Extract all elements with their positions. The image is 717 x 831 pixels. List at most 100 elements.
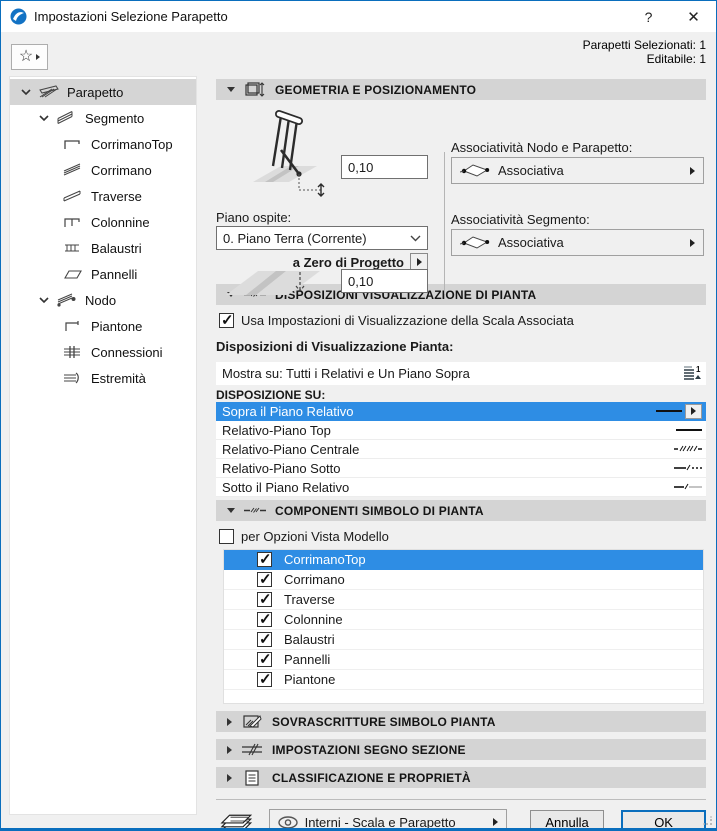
triangle-collapsed-icon xyxy=(227,745,232,754)
tree-item-segmento[interactable]: Segmento xyxy=(10,105,196,131)
geometry-content: 0,10 Piano ospite: 0. Piano Terra (Corre… xyxy=(216,100,706,295)
linetype-solid-icon xyxy=(672,426,702,434)
tree-item-label: CorrimanoTop xyxy=(91,136,173,152)
assoc-segment-button[interactable]: Associativa xyxy=(451,229,704,256)
component-row[interactable]: Traverse xyxy=(224,590,703,610)
tree-item-label: Corrimano xyxy=(91,162,152,178)
section-header-geometry[interactable]: GEOMETRIA E POSIZIONAMENTO xyxy=(216,79,706,100)
component-label: Piantone xyxy=(284,672,336,687)
component-row[interactable]: Balaustri xyxy=(224,630,703,650)
tree-item-colonnine[interactable]: Colonnine xyxy=(10,209,196,235)
mvo-checkbox[interactable] xyxy=(219,528,234,544)
component-checkbox[interactable] xyxy=(257,670,272,688)
section-mark-icon xyxy=(240,741,264,758)
show-on-stories-control[interactable]: Mostra su: Tutti i Relativi e Un Piano S… xyxy=(216,362,706,385)
tree-item-pannelli[interactable]: Pannelli xyxy=(10,261,196,287)
chevron-down-icon xyxy=(410,235,421,241)
component-checkbox[interactable] xyxy=(257,570,272,588)
component-label: Colonnine xyxy=(284,612,343,627)
assoc-segment-value: Associativa xyxy=(498,235,564,250)
component-checkbox[interactable] xyxy=(257,590,272,608)
resize-grip[interactable] xyxy=(703,816,713,826)
section-title: CLASSIFICAZIONE E PROPRIETÀ xyxy=(272,770,471,785)
bottom-offset-input[interactable]: 0,10 xyxy=(341,269,428,293)
use-assoc-checkbox[interactable] xyxy=(219,311,234,329)
eye-icon xyxy=(277,815,298,828)
window-title: Impostazioni Selezione Parapetto xyxy=(34,9,228,24)
use-assoc-checkbox-row[interactable]: Usa Impostazioni di Visualizzazione dell… xyxy=(219,311,706,329)
linetype-flyout-button[interactable] xyxy=(685,403,702,419)
railing-height-diagram xyxy=(253,110,325,197)
footer-divider xyxy=(216,799,706,800)
tree-item-parapetto[interactable]: Parapetto xyxy=(10,79,196,105)
chevron-down-icon[interactable] xyxy=(38,295,49,306)
component-row[interactable]: CorrimanoTop xyxy=(224,550,703,570)
tree-item-estremita[interactable]: Estremità xyxy=(10,365,196,391)
baluster-icon xyxy=(64,218,80,227)
tree-item-connessioni[interactable]: Connessioni xyxy=(10,339,196,365)
show-on-stories-value: Mostra su: Tutti i Relativi e Un Piano S… xyxy=(222,366,470,381)
railing-settings-dialog: Impostazioni Selezione Parapetto ? ✕ ☆ P… xyxy=(0,0,717,831)
assoc-node-label: Associatività Nodo e Parapetto: xyxy=(451,140,633,155)
help-button[interactable]: ? xyxy=(626,1,671,32)
pen-set-icon xyxy=(220,814,253,828)
title-bar: Impostazioni Selezione Parapetto ? ✕ xyxy=(1,1,716,32)
svg-text:1: 1 xyxy=(696,365,701,374)
disposition-row[interactable]: Sotto il Piano Relativo xyxy=(216,478,706,497)
chevron-down-icon[interactable] xyxy=(38,113,49,124)
chevron-down-icon[interactable] xyxy=(20,87,31,98)
editable-count: Editabile: 1 xyxy=(646,52,706,66)
rails-icon xyxy=(63,190,81,202)
components-content: per Opzioni Vista Modello CorrimanoTop C… xyxy=(216,528,706,711)
section-header-classification[interactable]: CLASSIFICAZIONE E PROPRIETÀ xyxy=(216,767,706,788)
favorites-button[interactable]: ☆ xyxy=(11,44,48,70)
component-label: Traverse xyxy=(284,592,335,607)
balustrade-icon xyxy=(65,244,79,252)
flyout-arrow-icon xyxy=(690,238,695,247)
disposition-row[interactable]: Relativo-Piano Sotto xyxy=(216,459,706,478)
cancel-button[interactable]: Annulla xyxy=(529,810,605,828)
disposition-label: Relativo-Piano Sotto xyxy=(222,460,341,476)
tree-item-traverse[interactable]: Traverse xyxy=(10,183,196,209)
component-checkbox[interactable] xyxy=(257,550,272,568)
host-story-select[interactable]: 0. Piano Terra (Corrente) xyxy=(216,226,428,250)
component-row[interactable]: Corrimano xyxy=(224,570,703,590)
tree-item-label: Piantone xyxy=(91,318,143,334)
railing-icon xyxy=(39,85,59,98)
section-title: GEOMETRIA E POSIZIONAMENTO xyxy=(275,82,477,97)
footer-bar: Interni - Scala e Parapetto Annulla OK xyxy=(216,809,707,828)
tree-item-nodo[interactable]: Nodo xyxy=(10,287,196,313)
close-button[interactable]: ✕ xyxy=(671,1,716,32)
ok-button[interactable]: OK xyxy=(621,810,707,828)
mvo-checkbox-row[interactable]: per Opzioni Vista Modello xyxy=(219,528,706,544)
symbol-override-icon xyxy=(240,713,264,730)
tree-item-label: Colonnine xyxy=(91,214,150,230)
component-checkbox[interactable] xyxy=(257,610,272,628)
triangle-expanded-icon xyxy=(227,87,235,92)
component-row[interactable]: Pannelli xyxy=(224,650,703,670)
tree-item-corrimano[interactable]: Corrimano xyxy=(10,157,196,183)
tree-item-corrimanotop[interactable]: CorrimanoTop xyxy=(10,131,196,157)
disposition-row[interactable]: Sopra il Piano Relativo xyxy=(216,402,706,421)
tree-item-piantone[interactable]: Piantone xyxy=(10,313,196,339)
section-header-components[interactable]: COMPONENTI SIMBOLO DI PIANTA xyxy=(216,500,706,521)
component-row[interactable]: Colonnine xyxy=(224,610,703,630)
component-row[interactable]: Piantone xyxy=(224,670,703,690)
component-checkbox[interactable] xyxy=(257,650,272,668)
disposition-row[interactable]: Relativo-Piano Top xyxy=(216,421,706,440)
top-offset-input[interactable]: 0,10 xyxy=(341,155,428,179)
component-checkbox[interactable] xyxy=(257,630,272,648)
tree-item-balaustri[interactable]: Balaustri xyxy=(10,235,196,261)
segment-icon xyxy=(57,111,73,124)
flyout-arrow-icon xyxy=(492,818,498,826)
component-label: CorrimanoTop xyxy=(284,552,366,567)
section-header-section-mark[interactable]: IMPOSTAZIONI SEGNO SEZIONE xyxy=(216,739,706,760)
assoc-node-button[interactable]: Associativa xyxy=(451,157,704,184)
disposition-row[interactable]: Relativo-Piano Centrale xyxy=(216,440,706,459)
disposition-label: Sopra il Piano Relativo xyxy=(222,403,354,419)
floorplan-display-content: Usa Impostazioni di Visualizzazione dell… xyxy=(216,311,706,500)
tree-item-label: Estremità xyxy=(91,370,146,386)
associative-icon xyxy=(460,236,490,249)
section-header-symbol-overrides[interactable]: SOVRASCRITTURE SIMBOLO PIANTA xyxy=(216,711,706,732)
layer-selector-button[interactable]: Interni - Scala e Parapetto xyxy=(268,809,507,828)
